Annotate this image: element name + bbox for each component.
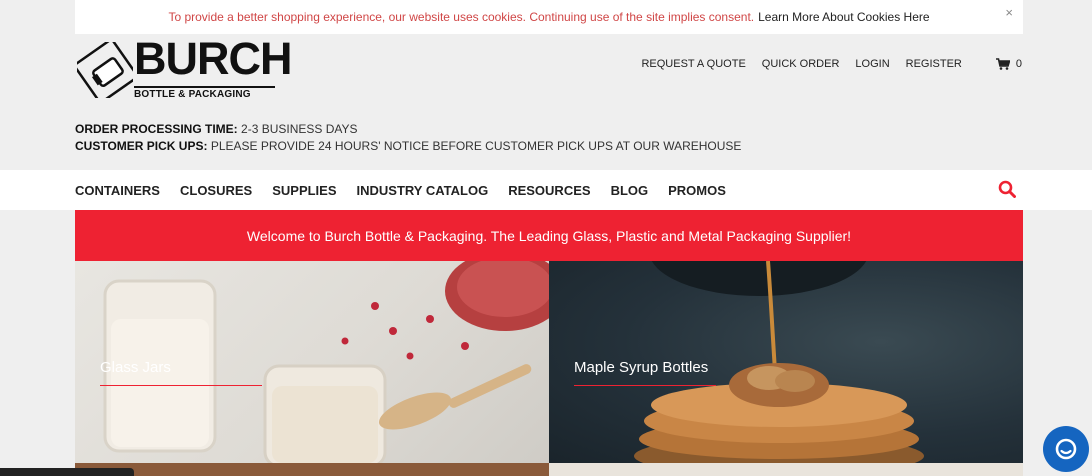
nav-industry-catalog[interactable]: INDUSTRY CATALOG [357,183,489,198]
order-notice: ORDER PROCESSING TIME: 2-3 BUSINESS DAYS… [75,121,741,155]
glass-jars-label[interactable]: Glass Jars [100,359,262,386]
nav-supplies[interactable]: SUPPLIES [272,183,336,198]
shopping-cart-icon [995,58,1010,70]
cart-count: 0 [1015,58,1022,70]
cookie-close-button[interactable]: × [1005,5,1013,20]
cookie-learn-more-link[interactable]: Learn More About Cookies Here [758,10,929,24]
chat-button[interactable] [1043,426,1089,472]
cookie-message: To provide a better shopping experience,… [168,10,755,24]
logo-wordmark: BURCH [134,33,292,84]
site-badge[interactable] [0,468,134,476]
request-quote-link[interactable]: REQUEST A QUOTE [641,58,745,70]
burch-logo[interactable]: BURCH BOTTLE & PACKAGING [77,36,292,100]
cart-button[interactable]: 0 [995,58,1022,70]
nav-blog[interactable]: BLOG [611,183,649,198]
search-button[interactable] [998,180,1016,203]
processing-time-label: ORDER PROCESSING TIME: [75,122,238,136]
nav-closures[interactable]: CLOSURES [180,183,252,198]
chat-bubble-icon [1055,438,1077,460]
login-link[interactable]: LOGIN [855,58,889,70]
next-tile-preview-right[interactable] [549,463,1023,476]
register-link[interactable]: REGISTER [906,58,962,70]
next-tile-preview-left[interactable] [75,463,549,476]
main-navigation: CONTAINERS CLOSURES SUPPLIES INDUSTRY CA… [0,170,1092,210]
utility-links: REQUEST A QUOTE QUICK ORDER LOGIN REGIST… [625,58,1022,70]
maple-syrup-bottles-label[interactable]: Maple Syrup Bottles [574,359,716,386]
maple-syrup-bottles-tile[interactable]: Maple Syrup Bottles [549,261,1023,463]
processing-time-value: 2-3 BUSINESS DAYS [241,122,358,136]
nav-resources[interactable]: RESOURCES [508,183,590,198]
quick-order-link[interactable]: QUICK ORDER [762,58,840,70]
logo-subtitle: BOTTLE & PACKAGING [134,86,275,100]
glass-jars-tile[interactable]: Glass Jars [75,261,549,463]
nav-containers[interactable]: CONTAINERS [75,183,160,198]
search-icon [998,180,1016,198]
nav-promos[interactable]: PROMOS [668,183,726,198]
jar-logo-icon [77,42,133,98]
cookie-banner: To provide a better shopping experience,… [75,0,1023,34]
pickup-label: CUSTOMER PICK UPS: [75,139,208,153]
welcome-banner: Welcome to Burch Bottle & Packaging. The… [75,210,1023,261]
pickup-value: PLEASE PROVIDE 24 HOURS' NOTICE BEFORE C… [210,139,742,153]
